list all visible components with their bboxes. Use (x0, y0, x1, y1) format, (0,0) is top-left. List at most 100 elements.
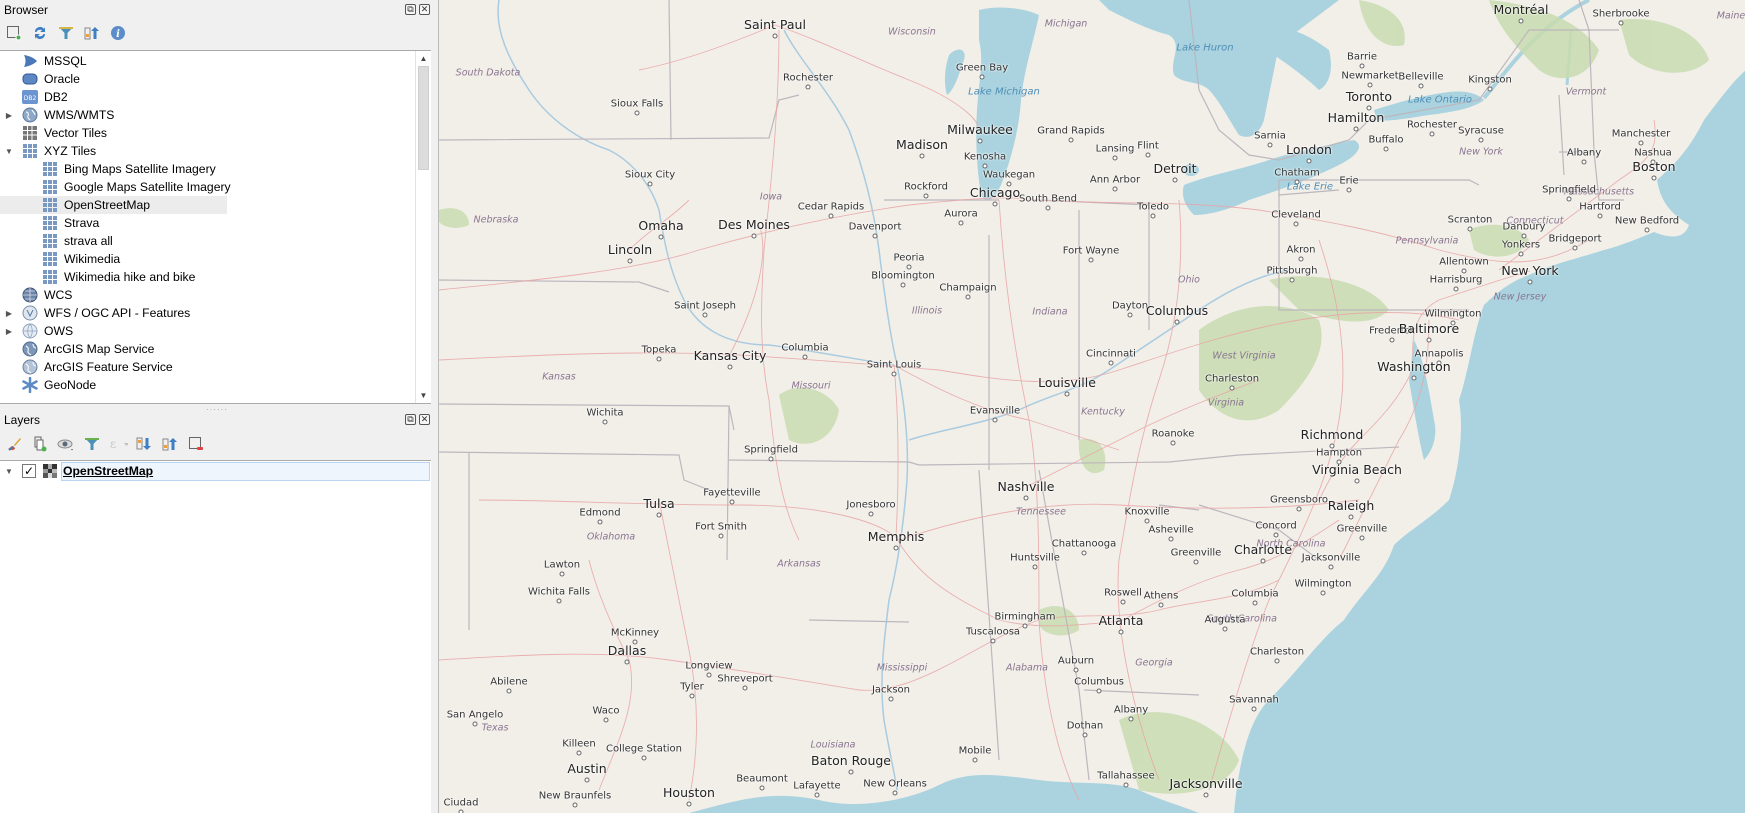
browser-item[interactable]: Oracle (0, 70, 410, 88)
city-label: Columbus (1074, 676, 1124, 688)
scroll-up-arrow[interactable]: ▲ (416, 51, 431, 66)
refresh-button[interactable] (30, 23, 50, 43)
city-marker (1359, 535, 1365, 541)
city-label: Wilmington (1424, 308, 1482, 320)
collapse-arrow-icon[interactable]: ▼ (4, 142, 14, 160)
state-label: Texas (481, 722, 509, 734)
close-panel-button[interactable]: ✕ (419, 4, 430, 15)
state-label: Alabama (1006, 662, 1048, 674)
browser-item[interactable]: Wikimedia (0, 250, 410, 268)
style-manager-button[interactable] (4, 434, 24, 454)
add-selected-layers-button[interactable] (4, 23, 24, 43)
map-canvas[interactable]: Lake Michigan Lake Huron Lake Ontario Lake … (438, 0, 1745, 813)
city-label: Aurora (944, 208, 978, 220)
browser-item[interactable]: Bing Maps Satellite Imagery (0, 160, 410, 178)
state-label: West Virginia (1212, 350, 1276, 362)
city-label: Grand Rapids (1037, 125, 1105, 137)
browser-item[interactable]: ▶ WMS/WMTS (0, 106, 410, 124)
browser-item[interactable]: Strava (0, 214, 410, 232)
city-marker (576, 750, 582, 756)
browser-toolbar: i (4, 23, 128, 43)
xyz-tile-icon (42, 179, 58, 195)
browser-item[interactable]: ArcGIS Feature Service (0, 358, 410, 376)
browser-item[interactable]: MSSQL (0, 52, 410, 70)
city-label: Barrie (1347, 51, 1377, 63)
add-layer-icon (7, 26, 22, 41)
browser-item[interactable]: Google Maps Satellite Imagery (0, 178, 410, 196)
city-label: New York (1501, 263, 1559, 279)
browser-item-label: Google Maps Satellite Imagery (64, 180, 231, 194)
layer-name[interactable]: OpenStreetMap (63, 464, 153, 478)
browser-scrollbar[interactable]: ▲ ▼ (415, 51, 430, 403)
manage-map-themes-button[interactable] (56, 434, 76, 454)
collapse-all-button[interactable] (82, 23, 102, 43)
expand-arrow-icon[interactable]: ▶ (4, 322, 14, 340)
float-panel-button[interactable]: ⧉ (405, 4, 416, 15)
city-marker (1426, 337, 1432, 343)
browser-item[interactable]: OpenStreetMap (0, 196, 227, 214)
city-label: San Angelo (446, 709, 504, 721)
filter-browser-button[interactable] (56, 23, 76, 43)
browser-item-label: Wikimedia (64, 252, 121, 266)
expand-all-button[interactable] (134, 434, 154, 454)
browser-item[interactable]: ▶ WFS / OGC API - Features (0, 304, 410, 322)
city-marker (977, 138, 983, 144)
city-marker (1359, 63, 1365, 69)
lake-erie (1182, 140, 1359, 215)
add-group-button[interactable] (30, 434, 50, 454)
layers-tree[interactable]: ▼ ✓ OpenStreetMap (0, 460, 431, 813)
browser-item[interactable]: ArcGIS Map Service (0, 340, 410, 358)
city-marker (1172, 177, 1178, 183)
city-label: Columbia (781, 342, 829, 354)
browser-item[interactable]: ▶ OWS (0, 322, 410, 340)
city-marker (702, 312, 708, 318)
layer-item[interactable]: ▼ ✓ OpenStreetMap (0, 462, 431, 481)
state-label: Mississippi (876, 662, 928, 674)
city-marker (923, 193, 929, 199)
city-label: Kingston (1468, 74, 1512, 86)
city-label: Wichita (586, 407, 624, 419)
browser-item-label: Wikimedia hike and bike (64, 270, 196, 284)
city-marker (1128, 716, 1134, 722)
expand-arrow-icon[interactable]: ▶ (4, 106, 14, 124)
properties-button[interactable]: i (108, 23, 128, 43)
city-label: Atlanta (1098, 613, 1144, 629)
city-marker (892, 790, 898, 796)
float-panel-button[interactable]: ⧉ (405, 414, 416, 425)
browser-tree[interactable]: MSSQL Oracle DB2 DB2 ▶ WMS/WMTS Vector Tiles ▼ X… (0, 50, 431, 404)
browser-item[interactable]: Wikimedia hike and bike (0, 268, 410, 286)
city-label: Abilene (490, 676, 528, 688)
city-label: Sarnia (1254, 130, 1286, 142)
city-marker (1320, 590, 1326, 596)
city-label: Washington (1377, 359, 1451, 375)
city-marker (1294, 179, 1300, 185)
browser-item[interactable]: DB2 DB2 (0, 88, 410, 106)
layer-collapse-icon[interactable]: ▼ (4, 462, 14, 480)
city-label: Syracuse (1458, 125, 1504, 137)
scroll-thumb[interactable] (418, 66, 429, 170)
browser-item[interactable]: strava all (0, 232, 410, 250)
city-label: Nashua (1634, 147, 1672, 159)
browser-item[interactable]: Vector Tiles (0, 124, 410, 142)
city-label: Austin (567, 761, 607, 777)
city-marker (768, 456, 774, 462)
xyz-tiles-icon (22, 143, 38, 159)
browser-item[interactable]: ▼ XYZ Tiles (0, 142, 410, 160)
city-marker (556, 598, 562, 604)
expand-arrow-icon[interactable]: ▶ (4, 304, 14, 322)
filter-by-expression-button[interactable]: ε (108, 434, 128, 454)
remove-layer-button[interactable] (186, 434, 206, 454)
browser-item[interactable]: GeoNode (0, 376, 410, 394)
close-panel-button[interactable]: ✕ (419, 414, 430, 425)
scroll-down-arrow[interactable]: ▼ (416, 388, 431, 403)
collapse-all-button[interactable] (160, 434, 180, 454)
city-marker (1651, 175, 1657, 181)
city-label: Champaign (939, 282, 997, 294)
layer-visibility-checkbox[interactable]: ✓ (22, 464, 36, 478)
city-label: Topeka (641, 344, 677, 356)
browser-item[interactable]: WCS (0, 286, 410, 304)
filter-legend-button[interactable] (82, 434, 102, 454)
city-marker (919, 153, 925, 159)
panel-splitter[interactable]: ······ (206, 405, 228, 414)
city-marker (1638, 140, 1644, 146)
